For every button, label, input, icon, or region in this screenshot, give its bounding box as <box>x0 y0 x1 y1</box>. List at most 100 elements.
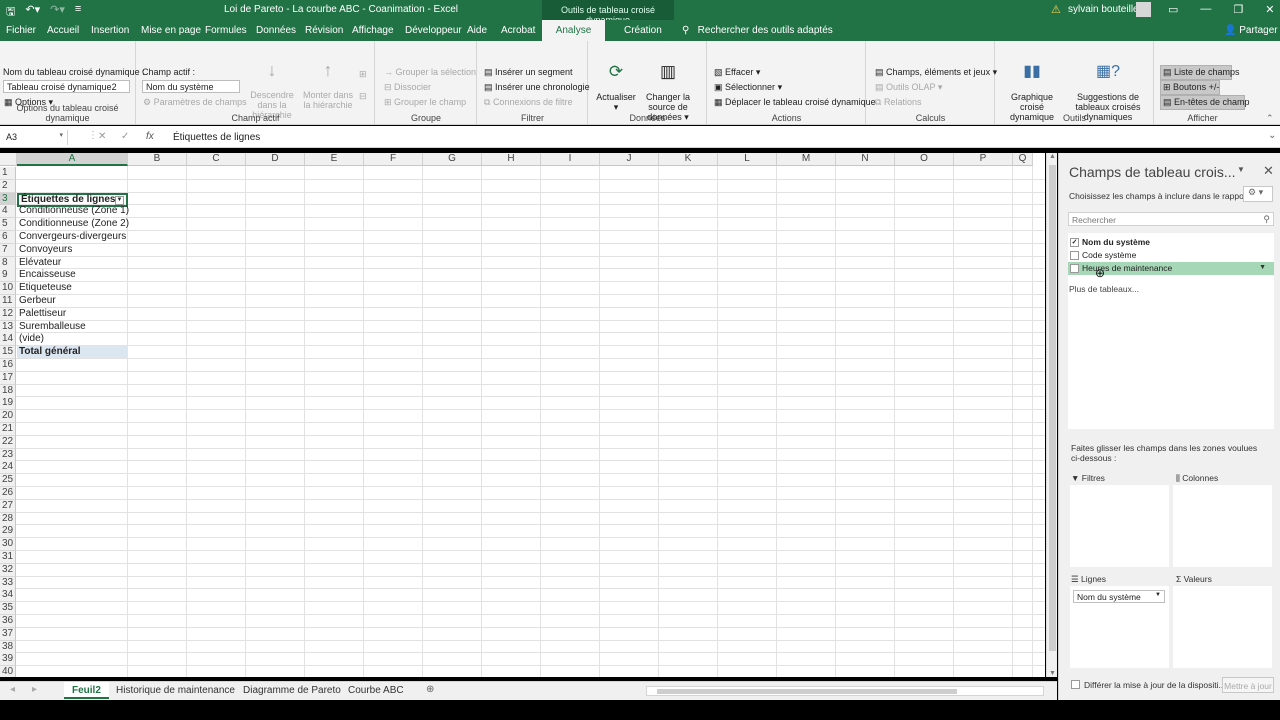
pivot-row-item[interactable]: Conditionneuse (Zone 2) <box>17 218 129 230</box>
row-header[interactable]: 25 <box>0 474 16 488</box>
rows-zone-item[interactable]: Nom du système ▼ <box>1073 590 1165 603</box>
row-header[interactable]: 8 <box>0 256 16 270</box>
name-box[interactable]: A3 ▾ <box>2 130 68 145</box>
row-header[interactable]: 6 <box>0 231 16 244</box>
add-sheet-icon[interactable]: ⊕ <box>426 684 434 695</box>
share-button[interactable]: 👤 Partager <box>1224 25 1278 36</box>
column-header[interactable]: O <box>895 153 954 166</box>
vertical-scrollbar[interactable]: ▲ ▼ <box>1046 153 1057 677</box>
row-header[interactable]: 3 <box>0 192 16 206</box>
avatar[interactable] <box>1136 2 1151 17</box>
sheet-tab-historique[interactable]: Historique de maintenance <box>116 685 235 696</box>
scroll-thumb[interactable] <box>1049 165 1056 651</box>
row-header[interactable]: 9 <box>0 269 16 283</box>
minimize-icon[interactable]: — <box>1200 3 1211 16</box>
row-header[interactable]: 36 <box>0 615 16 628</box>
tab-developpeur[interactable]: Développeur <box>405 25 462 36</box>
column-header[interactable]: L <box>718 153 777 166</box>
select-all-corner[interactable] <box>0 153 17 166</box>
cancel-icon[interactable]: ✕ <box>98 131 106 142</box>
checkbox-checked-icon[interactable]: ✓ <box>1070 238 1079 247</box>
field-headers-toggle[interactable]: ▤ En-têtes de champ <box>1160 95 1250 110</box>
ungroup-button[interactable]: ⊟ Dissocier <box>384 82 431 93</box>
drill-down-button[interactable]: ↓ Descendre dans la hiérarchie <box>242 61 302 120</box>
row-header[interactable]: 15 <box>0 346 16 360</box>
column-header[interactable]: H <box>482 153 541 166</box>
fx-icon[interactable]: fx <box>146 131 154 142</box>
column-header[interactable]: K <box>659 153 718 166</box>
chevron-down-icon[interactable]: ▼ <box>1155 592 1161 598</box>
chevron-down-icon[interactable]: ▼ <box>1259 262 1266 274</box>
group-selection-button[interactable]: → Grouper la sélection <box>384 67 476 77</box>
defer-update-checkbox[interactable]: Différer la mise à jour de la dispositi.… <box>1071 680 1226 690</box>
move-pivot-button[interactable]: ▦ Déplacer le tableau croisé dynamique <box>714 97 876 108</box>
insert-slicer-button[interactable]: ▤ Insérer un segment <box>484 67 573 78</box>
column-header[interactable]: I <box>541 153 600 166</box>
column-header[interactable]: Q <box>1013 153 1033 166</box>
formula-input[interactable]: Étiquettes de lignes <box>173 132 260 143</box>
row-header[interactable]: 34 <box>0 589 16 603</box>
row-header[interactable]: 18 <box>0 384 16 398</box>
pivot-name-input[interactable]: Tableau croisé dynamique2 <box>3 80 130 93</box>
tell-me-search[interactable]: ⚲ Rechercher des outils adaptés <box>682 25 833 36</box>
row-header[interactable]: 37 <box>0 627 16 641</box>
filters-zone[interactable] <box>1070 485 1169 567</box>
clear-button[interactable]: ▧ Effacer ▾ <box>714 67 760 78</box>
pane-menu-icon[interactable]: ▼ <box>1237 165 1245 174</box>
rows-zone[interactable]: Nom du système ▼ <box>1070 586 1169 668</box>
tab-affichage[interactable]: Affichage <box>352 25 394 36</box>
checkbox[interactable] <box>1070 251 1079 260</box>
row-header[interactable]: 32 <box>0 563 16 577</box>
horizontal-scrollbar[interactable] <box>646 686 1044 696</box>
tab-acrobat[interactable]: Acrobat <box>501 25 535 36</box>
row-header[interactable]: 22 <box>0 435 16 449</box>
ribbon-display-icon[interactable]: ▭ <box>1168 3 1178 16</box>
row-header[interactable]: 39 <box>0 653 16 667</box>
active-field-input[interactable]: Nom du système <box>142 80 240 93</box>
sheet-tab-pareto[interactable]: Diagramme de Pareto <box>243 685 341 696</box>
column-header[interactable]: B <box>128 153 187 166</box>
more-tables-link[interactable]: Plus de tableaux... <box>1069 284 1139 294</box>
column-header[interactable]: D <box>246 153 305 166</box>
prev-sheet-icon[interactable]: ◂ <box>10 684 15 695</box>
restore-icon[interactable]: ❐ <box>1233 3 1243 16</box>
close-icon[interactable]: ✕ <box>1265 3 1274 16</box>
tab-accueil[interactable]: Accueil <box>47 25 79 36</box>
pivot-row-item[interactable]: Palettiseur <box>17 308 128 320</box>
collapse-ribbon-icon[interactable]: ⌃ <box>1266 113 1274 124</box>
tab-revision[interactable]: Révision <box>305 25 343 36</box>
pivot-row-item[interactable]: (vide) <box>17 333 128 345</box>
next-sheet-icon[interactable]: ▸ <box>32 684 37 695</box>
field-code-systeme[interactable]: Code système <box>1068 249 1274 262</box>
row-header[interactable]: 28 <box>0 512 16 526</box>
row-header[interactable]: 7 <box>0 243 16 257</box>
tab-fichier[interactable]: Fichier <box>6 25 36 36</box>
fields-items-button[interactable]: ▤ Champs, éléments et jeux ▾ <box>875 67 997 78</box>
row-header[interactable]: 10 <box>0 282 16 296</box>
scroll-up-icon[interactable]: ▲ <box>1049 153 1056 160</box>
sheet-tab-courbe-abc[interactable]: Courbe ABC <box>348 685 404 696</box>
expand-field-icon[interactable]: ⊞ <box>359 69 367 80</box>
field-list-toggle[interactable]: ▤ Liste de champs <box>1160 65 1240 80</box>
row-header[interactable]: 19 <box>0 397 16 411</box>
row-header[interactable]: 23 <box>0 448 16 462</box>
column-header[interactable]: C <box>187 153 246 166</box>
filter-connections-button[interactable]: ⧉ Connexions de filtre <box>484 97 572 108</box>
tab-creation[interactable]: Création <box>624 25 662 36</box>
columns-zone[interactable] <box>1173 485 1272 567</box>
scroll-thumb[interactable] <box>657 689 957 694</box>
expand-formula-icon[interactable]: ⌄ <box>1268 130 1276 141</box>
relationships-button[interactable]: ⧉ Relations <box>875 97 921 108</box>
tab-aide[interactable]: Aide <box>467 25 487 36</box>
row-header[interactable]: 30 <box>0 538 16 552</box>
pivot-row-item[interactable]: Suremballeuse <box>17 321 128 333</box>
enter-icon[interactable]: ✓ <box>121 131 129 142</box>
field-nom-du-systeme[interactable]: ✓ Nom du système <box>1068 236 1274 249</box>
row-header[interactable]: 24 <box>0 461 16 475</box>
tab-mise-en-page[interactable]: Mise en page <box>141 25 201 36</box>
values-zone[interactable] <box>1173 586 1272 668</box>
pivot-row-item[interactable]: Elévateur <box>17 257 128 269</box>
pivot-row-item[interactable]: Convergeurs-divergeurs <box>17 231 128 243</box>
row-header[interactable]: 13 <box>0 320 16 334</box>
column-header[interactable]: J <box>600 153 659 166</box>
